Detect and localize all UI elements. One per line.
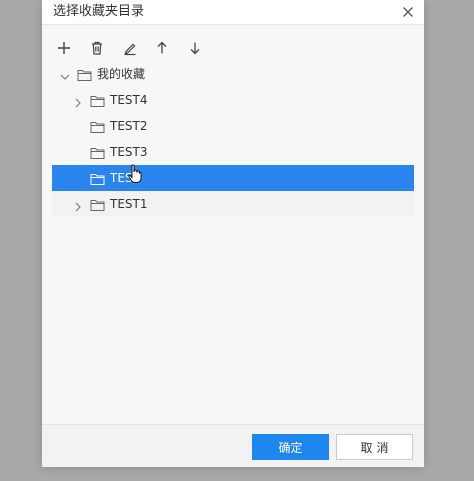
move-up-button[interactable] xyxy=(152,38,172,58)
close-icon[interactable] xyxy=(400,4,416,20)
pencil-icon xyxy=(124,43,136,56)
arrow-up-icon xyxy=(157,41,167,54)
tree-node-label: 我的收藏 xyxy=(97,67,146,81)
folder-tree: 我的收藏 TEST4 TEST2 TEST3 TEST TEST1 xyxy=(52,61,414,217)
dialog-footer: 确定 取消 xyxy=(42,424,424,467)
tree-node-item[interactable]: TEST4 xyxy=(52,87,414,113)
tree-node-root[interactable]: 我的收藏 xyxy=(52,61,414,87)
tree-node-label: TEST xyxy=(110,171,140,185)
chevron-down-icon[interactable] xyxy=(59,68,71,80)
rename-button[interactable] xyxy=(120,38,140,58)
dialog-titlebar: 选择收藏夹目录 xyxy=(42,0,424,25)
move-down-button[interactable] xyxy=(185,38,205,58)
tree-node-label: TEST1 xyxy=(110,197,148,211)
tree-node-item[interactable]: TEST1 xyxy=(52,191,414,217)
select-favorites-folder-dialog: 选择收藏夹目录 我的收藏 TEST4 TEST2 TEST3 TEST TEST… xyxy=(42,0,424,467)
tree-node-label: TEST4 xyxy=(110,93,148,107)
trash-icon xyxy=(92,41,102,55)
tree-node-item[interactable]: TEST3 xyxy=(52,139,414,165)
dialog-title: 选择收藏夹目录 xyxy=(53,4,145,19)
folder-icon xyxy=(90,171,105,185)
add-button[interactable] xyxy=(54,38,74,58)
tree-node-item-selected[interactable]: TEST xyxy=(52,165,414,191)
cancel-button[interactable]: 取消 xyxy=(336,434,413,460)
delete-button[interactable] xyxy=(87,38,107,58)
confirm-button[interactable]: 确定 xyxy=(252,434,329,460)
plus-icon xyxy=(58,42,70,54)
arrow-down-icon xyxy=(190,42,200,55)
tree-node-label: TEST3 xyxy=(110,145,148,159)
folder-icon xyxy=(90,119,105,133)
folder-icon xyxy=(90,93,105,107)
folder-icon xyxy=(90,197,105,211)
folder-icon xyxy=(90,145,105,159)
folder-icon xyxy=(77,67,92,81)
chevron-right-icon[interactable] xyxy=(72,198,84,212)
chevron-right-icon[interactable] xyxy=(72,94,84,108)
tree-node-label: TEST2 xyxy=(110,119,148,133)
tree-node-item[interactable]: TEST2 xyxy=(52,113,414,139)
